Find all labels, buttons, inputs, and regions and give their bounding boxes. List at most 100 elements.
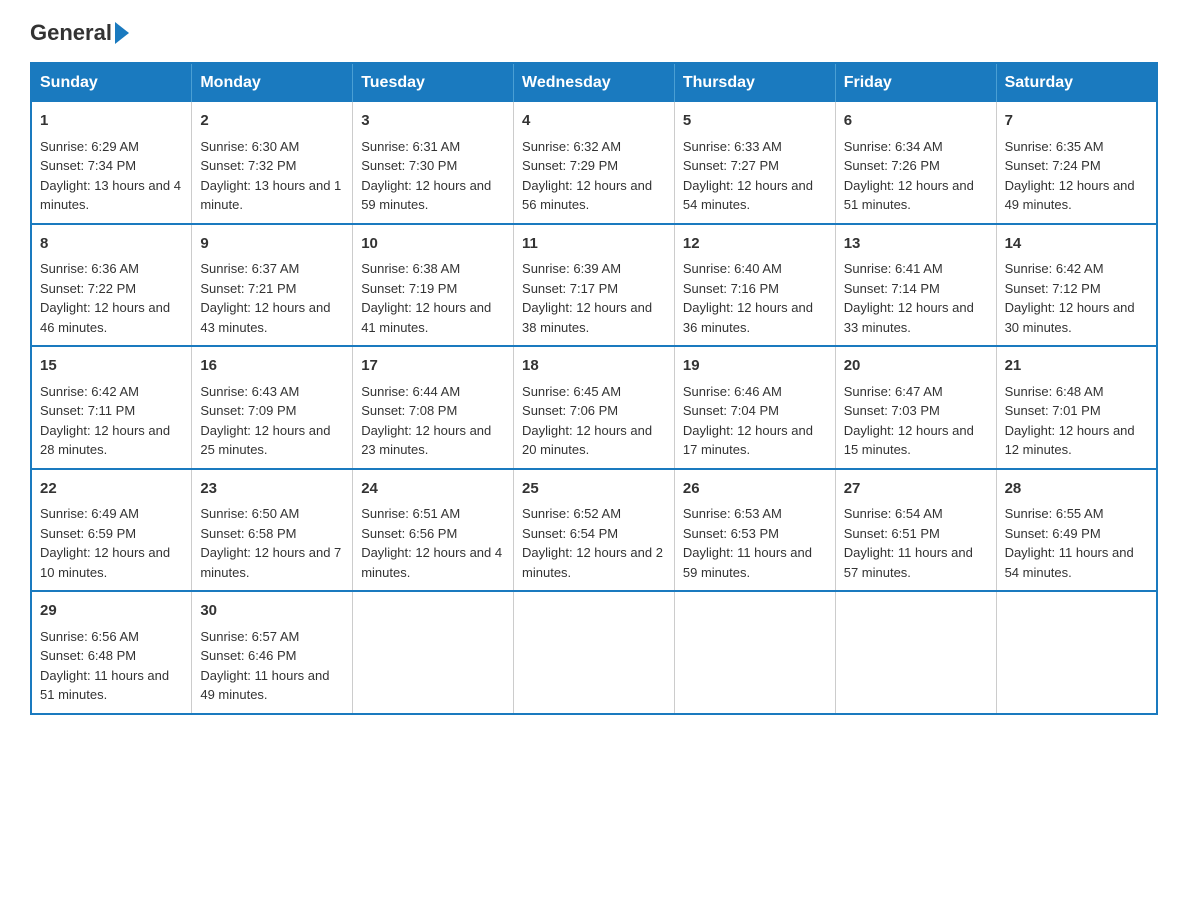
day-info: Sunrise: 6:45 AMSunset: 7:06 PMDaylight:… xyxy=(522,384,652,458)
day-number: 17 xyxy=(361,355,505,378)
day-number: 1 xyxy=(40,110,183,133)
day-info: Sunrise: 6:39 AMSunset: 7:17 PMDaylight:… xyxy=(522,261,652,335)
header-sunday: Sunday xyxy=(31,63,192,102)
day-info: Sunrise: 6:57 AMSunset: 6:46 PMDaylight:… xyxy=(200,629,329,703)
logo-arrow-icon xyxy=(115,22,129,44)
day-number: 2 xyxy=(200,110,344,133)
calendar-cell: 20 Sunrise: 6:47 AMSunset: 7:03 PMDayligh… xyxy=(835,346,996,469)
day-number: 22 xyxy=(40,478,183,501)
day-number: 19 xyxy=(683,355,827,378)
calendar-cell xyxy=(996,591,1157,714)
day-info: Sunrise: 6:48 AMSunset: 7:01 PMDaylight:… xyxy=(1005,384,1135,458)
day-number: 15 xyxy=(40,355,183,378)
day-number: 3 xyxy=(361,110,505,133)
calendar-table: SundayMondayTuesdayWednesdayThursdayFrid… xyxy=(30,62,1158,715)
calendar-cell xyxy=(353,591,514,714)
day-info: Sunrise: 6:38 AMSunset: 7:19 PMDaylight:… xyxy=(361,261,491,335)
day-number: 18 xyxy=(522,355,666,378)
calendar-cell: 22 Sunrise: 6:49 AMSunset: 6:59 PMDayligh… xyxy=(31,469,192,592)
day-number: 6 xyxy=(844,110,988,133)
day-number: 7 xyxy=(1005,110,1148,133)
day-info: Sunrise: 6:35 AMSunset: 7:24 PMDaylight:… xyxy=(1005,139,1135,213)
day-number: 24 xyxy=(361,478,505,501)
day-info: Sunrise: 6:44 AMSunset: 7:08 PMDaylight:… xyxy=(361,384,491,458)
day-info: Sunrise: 6:55 AMSunset: 6:49 PMDaylight:… xyxy=(1005,506,1134,580)
calendar-cell: 8 Sunrise: 6:36 AMSunset: 7:22 PMDaylight… xyxy=(31,224,192,347)
day-info: Sunrise: 6:40 AMSunset: 7:16 PMDaylight:… xyxy=(683,261,813,335)
day-info: Sunrise: 6:32 AMSunset: 7:29 PMDaylight:… xyxy=(522,139,652,213)
calendar-cell: 19 Sunrise: 6:46 AMSunset: 7:04 PMDayligh… xyxy=(674,346,835,469)
day-info: Sunrise: 6:54 AMSunset: 6:51 PMDaylight:… xyxy=(844,506,973,580)
header-wednesday: Wednesday xyxy=(514,63,675,102)
week-row-3: 15 Sunrise: 6:42 AMSunset: 7:11 PMDayligh… xyxy=(31,346,1157,469)
calendar-cell: 26Sunrise: 6:53 AMSunset: 6:53 PMDayligh… xyxy=(674,469,835,592)
day-info: Sunrise: 6:47 AMSunset: 7:03 PMDaylight:… xyxy=(844,384,974,458)
logo-text: General xyxy=(30,20,129,46)
day-info: Sunrise: 6:56 AMSunset: 6:48 PMDaylight:… xyxy=(40,629,169,703)
day-info: Sunrise: 6:34 AMSunset: 7:26 PMDaylight:… xyxy=(844,139,974,213)
day-number: 11 xyxy=(522,233,666,256)
calendar-cell: 14 Sunrise: 6:42 AMSunset: 7:12 PMDayligh… xyxy=(996,224,1157,347)
day-info: Sunrise: 6:36 AMSunset: 7:22 PMDaylight:… xyxy=(40,261,170,335)
day-info: Sunrise: 6:30 AMSunset: 7:32 PMDaylight:… xyxy=(200,139,341,213)
day-info: Sunrise: 6:29 AMSunset: 7:34 PMDaylight:… xyxy=(40,139,181,213)
day-number: 29 xyxy=(40,600,183,623)
calendar-cell: 23 Sunrise: 6:50 AMSunset: 6:58 PMDayligh… xyxy=(192,469,353,592)
day-info: Sunrise: 6:53 AMSunset: 6:53 PMDaylight:… xyxy=(683,506,812,580)
calendar-cell: 27Sunrise: 6:54 AMSunset: 6:51 PMDayligh… xyxy=(835,469,996,592)
calendar-header-row: SundayMondayTuesdayWednesdayThursdayFrid… xyxy=(31,63,1157,102)
day-info: Sunrise: 6:33 AMSunset: 7:27 PMDaylight:… xyxy=(683,139,813,213)
day-number: 4 xyxy=(522,110,666,133)
calendar-cell: 16 Sunrise: 6:43 AMSunset: 7:09 PMDayligh… xyxy=(192,346,353,469)
day-number: 14 xyxy=(1005,233,1148,256)
calendar-cell xyxy=(674,591,835,714)
calendar-cell: 1 Sunrise: 6:29 AMSunset: 7:34 PMDaylight… xyxy=(31,102,192,224)
day-number: 9 xyxy=(200,233,344,256)
day-info: Sunrise: 6:41 AMSunset: 7:14 PMDaylight:… xyxy=(844,261,974,335)
calendar-cell: 15 Sunrise: 6:42 AMSunset: 7:11 PMDayligh… xyxy=(31,346,192,469)
header-thursday: Thursday xyxy=(674,63,835,102)
header-saturday: Saturday xyxy=(996,63,1157,102)
calendar-cell: 28 Sunrise: 6:55 AMSunset: 6:49 PMDayligh… xyxy=(996,469,1157,592)
day-number: 16 xyxy=(200,355,344,378)
calendar-cell: 29 Sunrise: 6:56 AMSunset: 6:48 PMDayligh… xyxy=(31,591,192,714)
calendar-cell: 18 Sunrise: 6:45 AMSunset: 7:06 PMDayligh… xyxy=(514,346,675,469)
page-header: General xyxy=(30,20,1158,42)
calendar-cell: 4 Sunrise: 6:32 AMSunset: 7:29 PMDaylight… xyxy=(514,102,675,224)
calendar-cell: 12Sunrise: 6:40 AMSunset: 7:16 PMDayligh… xyxy=(674,224,835,347)
calendar-cell: 6 Sunrise: 6:34 AMSunset: 7:26 PMDaylight… xyxy=(835,102,996,224)
day-info: Sunrise: 6:43 AMSunset: 7:09 PMDaylight:… xyxy=(200,384,330,458)
header-monday: Monday xyxy=(192,63,353,102)
day-info: Sunrise: 6:42 AMSunset: 7:11 PMDaylight:… xyxy=(40,384,170,458)
logo: General xyxy=(30,20,129,42)
day-info: Sunrise: 6:46 AMSunset: 7:04 PMDaylight:… xyxy=(683,384,813,458)
day-info: Sunrise: 6:37 AMSunset: 7:21 PMDaylight:… xyxy=(200,261,330,335)
day-number: 28 xyxy=(1005,478,1148,501)
week-row-1: 1 Sunrise: 6:29 AMSunset: 7:34 PMDaylight… xyxy=(31,102,1157,224)
day-info: Sunrise: 6:50 AMSunset: 6:58 PMDaylight:… xyxy=(200,506,341,580)
calendar-cell: 11 Sunrise: 6:39 AMSunset: 7:17 PMDayligh… xyxy=(514,224,675,347)
day-number: 30 xyxy=(200,600,344,623)
day-number: 8 xyxy=(40,233,183,256)
header-tuesday: Tuesday xyxy=(353,63,514,102)
calendar-cell xyxy=(835,591,996,714)
calendar-cell: 21 Sunrise: 6:48 AMSunset: 7:01 PMDayligh… xyxy=(996,346,1157,469)
calendar-cell: 2 Sunrise: 6:30 AMSunset: 7:32 PMDaylight… xyxy=(192,102,353,224)
day-info: Sunrise: 6:31 AMSunset: 7:30 PMDaylight:… xyxy=(361,139,491,213)
day-number: 23 xyxy=(200,478,344,501)
calendar-cell: 24 Sunrise: 6:51 AMSunset: 6:56 PMDayligh… xyxy=(353,469,514,592)
day-number: 20 xyxy=(844,355,988,378)
calendar-cell xyxy=(514,591,675,714)
day-number: 5 xyxy=(683,110,827,133)
calendar-cell: 5 Sunrise: 6:33 AMSunset: 7:27 PMDaylight… xyxy=(674,102,835,224)
day-number: 25 xyxy=(522,478,666,501)
week-row-2: 8 Sunrise: 6:36 AMSunset: 7:22 PMDaylight… xyxy=(31,224,1157,347)
day-info: Sunrise: 6:49 AMSunset: 6:59 PMDaylight:… xyxy=(40,506,170,580)
calendar-cell: 13Sunrise: 6:41 AMSunset: 7:14 PMDayligh… xyxy=(835,224,996,347)
day-number: 21 xyxy=(1005,355,1148,378)
day-info: Sunrise: 6:51 AMSunset: 6:56 PMDaylight:… xyxy=(361,506,502,580)
day-info: Sunrise: 6:42 AMSunset: 7:12 PMDaylight:… xyxy=(1005,261,1135,335)
week-row-5: 29 Sunrise: 6:56 AMSunset: 6:48 PMDayligh… xyxy=(31,591,1157,714)
calendar-cell: 3 Sunrise: 6:31 AMSunset: 7:30 PMDaylight… xyxy=(353,102,514,224)
calendar-cell: 9 Sunrise: 6:37 AMSunset: 7:21 PMDaylight… xyxy=(192,224,353,347)
